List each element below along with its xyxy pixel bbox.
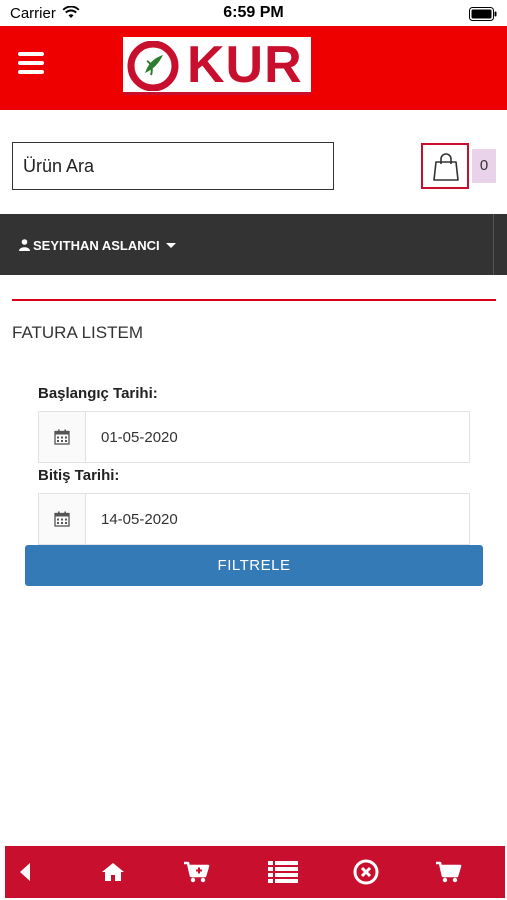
user-icon xyxy=(19,239,30,251)
filter-button[interactable]: FILTRELE xyxy=(25,545,483,586)
brand-logo[interactable]: KUR xyxy=(123,37,311,95)
user-bar-divider xyxy=(493,214,494,275)
cart-count-badge: 0 xyxy=(472,149,496,183)
start-date-label: Başlangıç Tarihi: xyxy=(38,385,158,402)
shopping-cart-icon[interactable] xyxy=(429,846,469,898)
cancel-icon[interactable] xyxy=(346,846,386,898)
user-bar: SEYITHAN ASLANCI xyxy=(0,214,507,275)
chevron-down-icon xyxy=(165,242,176,248)
status-bar: Carrier 6:59 PM xyxy=(0,0,507,26)
shopping-bag-icon xyxy=(433,153,459,181)
hamburger-menu-icon[interactable] xyxy=(18,52,44,74)
back-icon[interactable] xyxy=(5,846,45,898)
page-title: FATURA LISTEM xyxy=(12,323,143,342)
clock: 6:59 PM xyxy=(223,4,284,21)
battery-icon xyxy=(469,7,497,26)
cart-plus-icon[interactable] xyxy=(177,846,217,898)
user-menu-dropdown[interactable]: SEYITHAN ASLANCI xyxy=(19,236,176,254)
app-header: KUR xyxy=(0,26,507,110)
end-date-field[interactable] xyxy=(38,493,470,545)
calendar-icon[interactable] xyxy=(39,412,86,462)
user-name: SEYITHAN ASLANCI xyxy=(33,237,160,253)
bottom-nav xyxy=(5,846,505,898)
end-date-input[interactable] xyxy=(86,494,469,544)
end-date-label: Bitiş Tarihi: xyxy=(38,467,120,484)
section-divider xyxy=(12,299,496,301)
cart-button[interactable] xyxy=(421,143,469,189)
home-icon[interactable] xyxy=(93,846,133,898)
start-date-field[interactable] xyxy=(38,411,470,463)
product-search-input[interactable] xyxy=(12,142,334,190)
logo-wordmark: KUR xyxy=(187,36,303,94)
start-date-input[interactable] xyxy=(86,412,469,462)
calendar-icon[interactable] xyxy=(39,494,86,544)
list-icon[interactable] xyxy=(263,846,303,898)
logo-underline xyxy=(123,92,311,95)
logo-emblem-icon xyxy=(127,41,179,91)
